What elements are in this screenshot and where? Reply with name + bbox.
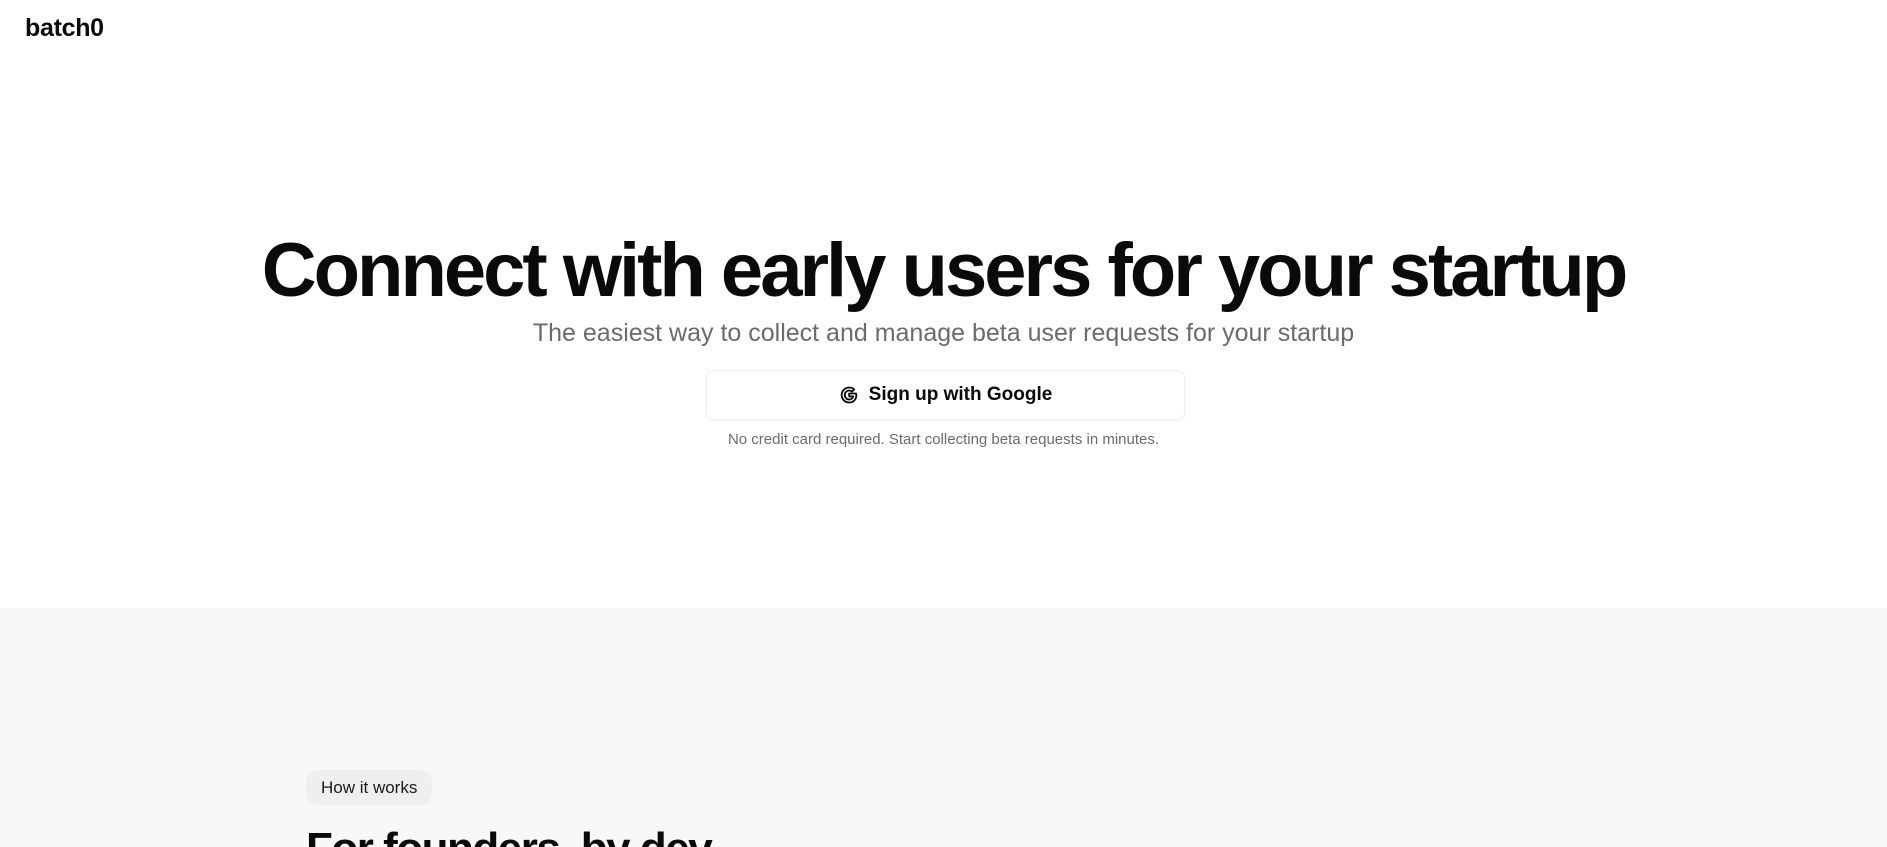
- hero-section: batch0 Connect with early users for your…: [0, 0, 1887, 608]
- hero-subheadline: The easiest way to collect and manage be…: [532, 319, 1355, 347]
- brand-logo[interactable]: batch0: [25, 14, 104, 43]
- how-it-works-section: How it works For founders, by dev: [0, 608, 1887, 847]
- google-signup-button[interactable]: Sign up with Google: [706, 370, 1185, 420]
- landing-page: batch0 Connect with early users for your…: [0, 0, 1887, 847]
- how-it-works-title: For founders, by dev: [306, 822, 713, 847]
- how-it-works-badge: How it works: [306, 770, 433, 805]
- hero-headline: Connect with early users for your startu…: [261, 228, 1629, 313]
- signup-note: No credit card required. Start collectin…: [727, 431, 1160, 448]
- google-signup-label: Sign up with Google: [868, 384, 1053, 405]
- google-icon: [839, 385, 859, 405]
